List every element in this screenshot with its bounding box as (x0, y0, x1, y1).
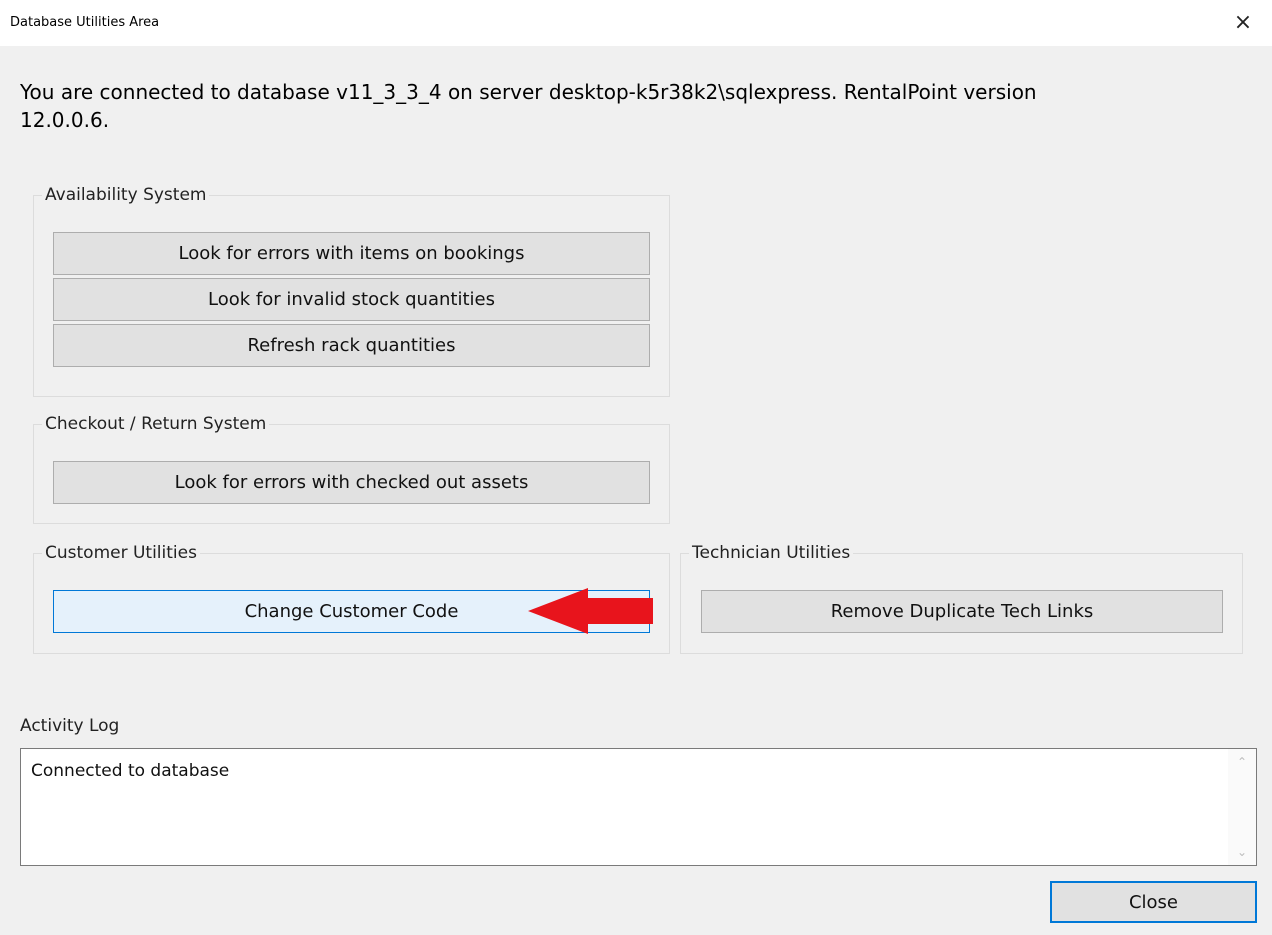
group-label: Availability System (42, 184, 210, 206)
title-bar: Database Utilities Area × (0, 0, 1272, 46)
activity-log-scrollbar[interactable]: ⌃ ⌄ (1228, 749, 1256, 865)
group-label: Checkout / Return System (42, 413, 270, 435)
arrow-shape (528, 588, 653, 634)
connection-info: You are connected to database v11_3_3_4 … (20, 80, 1037, 132)
close-icon[interactable]: × (1230, 10, 1256, 36)
close-button[interactable]: Close (1050, 881, 1257, 923)
activity-log-textarea[interactable]: Connected to database ⌃ ⌄ (20, 748, 1257, 866)
technician-utilities-group: Technician Utilities Remove Duplicate Te… (680, 542, 1243, 654)
scroll-down-icon[interactable]: ⌄ (1228, 841, 1256, 863)
checkout-return-system-group: Checkout / Return System Look for errors… (33, 413, 670, 524)
scroll-up-icon[interactable]: ⌃ (1228, 751, 1256, 773)
refresh-rack-quantities-button[interactable]: Refresh rack quantities (53, 324, 650, 367)
look-invalid-stock-quantities-button[interactable]: Look for invalid stock quantities (53, 278, 650, 321)
look-errors-items-bookings-button[interactable]: Look for errors with items on bookings (53, 232, 650, 275)
availability-system-group: Availability System Look for errors with… (33, 184, 670, 397)
red-arrow-icon (528, 588, 653, 634)
group-label: Technician Utilities (689, 542, 854, 564)
activity-log-text: Connected to database (31, 761, 230, 781)
remove-duplicate-tech-links-button[interactable]: Remove Duplicate Tech Links (701, 590, 1223, 633)
window-title: Database Utilities Area (10, 15, 160, 30)
look-errors-checked-out-assets-button[interactable]: Look for errors with checked out assets (53, 461, 650, 504)
group-label: Customer Utilities (42, 542, 200, 564)
activity-log-label: Activity Log (20, 716, 120, 736)
